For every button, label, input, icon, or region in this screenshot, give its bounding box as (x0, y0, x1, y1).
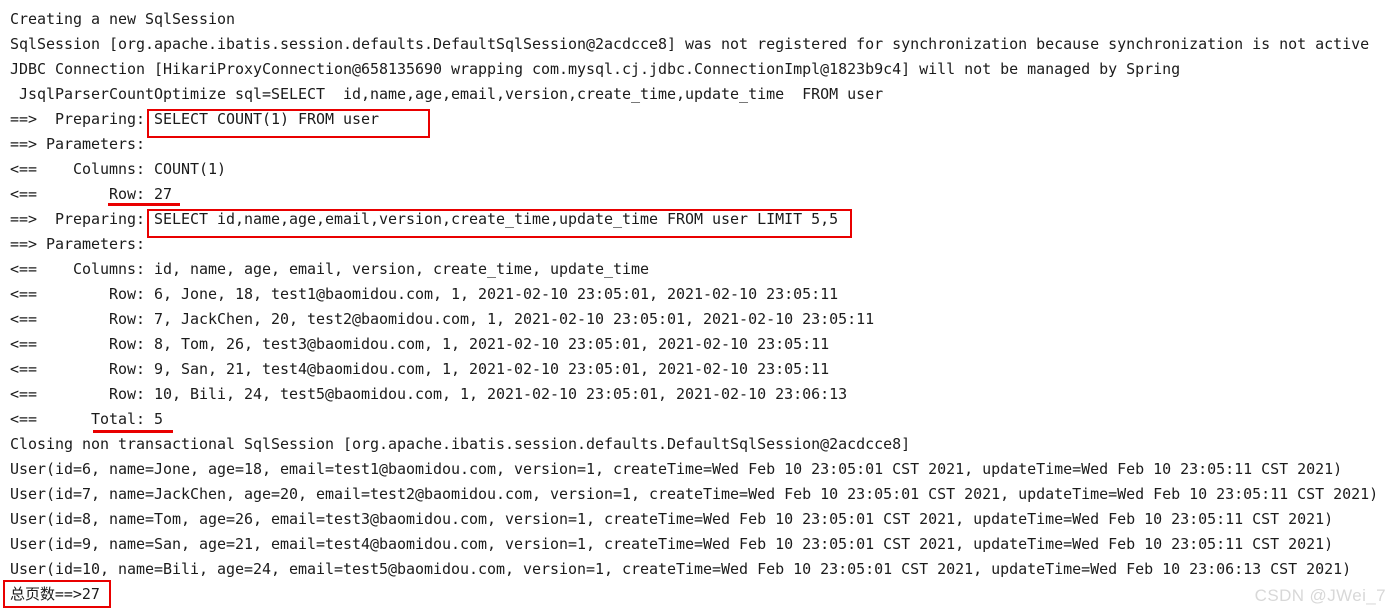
console-line: User(id=6, name=Jone, age=18, email=test… (10, 460, 1343, 478)
console-line: Creating a new SqlSession (10, 10, 236, 28)
console-line: <== Row: 27 (10, 185, 173, 203)
console-line: <== Columns: COUNT(1) (10, 160, 227, 178)
console-line: <== Columns: id, name, age, email, versi… (10, 260, 650, 278)
console-line: Closing non transactional SqlSession [or… (10, 435, 911, 453)
console-line: ==> Parameters: (10, 135, 146, 153)
console-line: <== Row: 6, Jone, 18, test1@baomidou.com… (10, 285, 839, 303)
console-line: <== Row: 10, Bili, 24, test5@baomidou.co… (10, 385, 848, 403)
console-line: User(id=8, name=Tom, age=26, email=test3… (10, 510, 1334, 528)
csdn-watermark: CSDN @JWei_7 (1254, 586, 1386, 605)
console-line: 总页数==>27 (10, 585, 100, 603)
console-line: SqlSession [org.apache.ibatis.session.de… (10, 35, 1370, 53)
console-line: ==> Parameters: (10, 235, 146, 253)
console-line: <== Row: 7, JackChen, 20, test2@baomidou… (10, 310, 875, 328)
console-output-panel[interactable]: CSDN @JWei_7 Creating a new SqlSession Sq… (0, 0, 1394, 612)
console-line: ==> Preparing: SELECT COUNT(1) FROM user (10, 110, 380, 128)
console-line: User(id=7, name=JackChen, age=20, email=… (10, 485, 1379, 503)
row-count-underline (108, 203, 180, 206)
console-line: JsqlParserCountOptimize sql=SELECT id,na… (10, 85, 884, 103)
console-line: <== Row: 8, Tom, 26, test3@baomidou.com,… (10, 335, 830, 353)
console-line: <== Row: 9, San, 21, test4@baomidou.com,… (10, 360, 830, 378)
console-line: <== Total: 5 (10, 410, 164, 428)
console-line: ==> Preparing: SELECT id,name,age,email,… (10, 210, 839, 228)
total-records-underline (93, 430, 173, 433)
console-line: User(id=10, name=Bili, age=24, email=tes… (10, 560, 1352, 578)
console-line: JDBC Connection [HikariProxyConnection@6… (10, 60, 1181, 78)
console-line: User(id=9, name=San, age=21, email=test4… (10, 535, 1334, 553)
